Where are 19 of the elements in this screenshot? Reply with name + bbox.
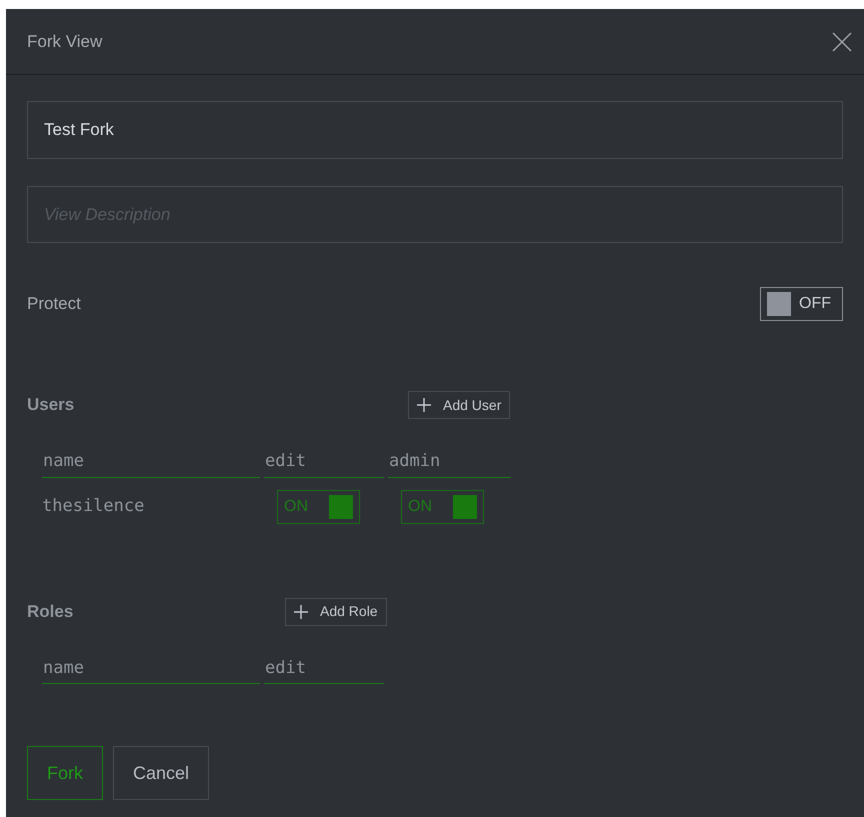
toggle-switch[interactable]: OFF <box>760 287 843 321</box>
protect-label: Protect <box>27 293 81 316</box>
column-header: admin <box>388 449 511 478</box>
section-heading: Users <box>27 394 76 416</box>
column-header: edit <box>264 449 384 478</box>
close-icon[interactable] <box>831 30 853 52</box>
column-header: edit <box>264 656 384 684</box>
plus-icon <box>294 604 308 618</box>
fork-button[interactable]: Fork <box>27 746 103 800</box>
plus-icon <box>417 398 431 412</box>
column-header: name <box>42 656 260 684</box>
user-name: thesilence <box>42 494 146 518</box>
cancel-button[interactable]: Cancel <box>113 746 210 800</box>
name-field[interactable]: Test Fork <box>27 101 843 159</box>
section-heading: Roles <box>27 600 74 623</box>
dialog-title: Fork View <box>27 30 102 53</box>
column-header: name <box>42 449 260 478</box>
add-button[interactable]: Add Role <box>285 598 387 626</box>
add-button[interactable]: Add User <box>408 391 510 419</box>
